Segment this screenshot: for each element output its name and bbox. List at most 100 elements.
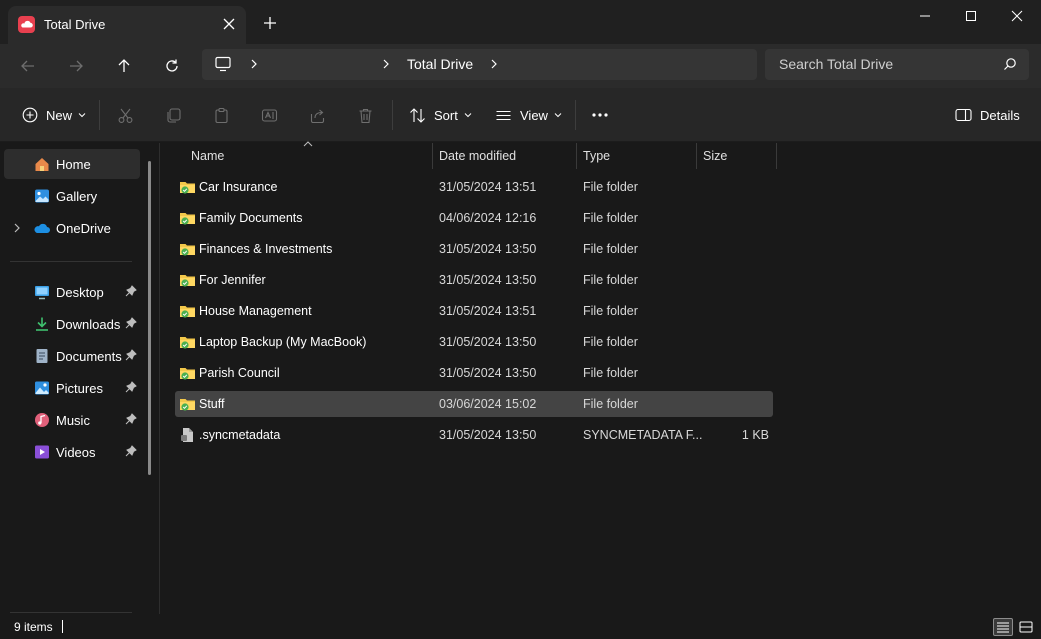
status-bar: 9 items xyxy=(0,614,1041,639)
sort-button[interactable]: Sort xyxy=(409,105,472,125)
divider xyxy=(392,100,393,130)
file-date-modified: 31/05/2024 13:50 xyxy=(439,428,537,442)
delete-button[interactable] xyxy=(357,105,374,125)
details-button[interactable]: Details xyxy=(955,105,1020,125)
share-icon xyxy=(310,109,325,123)
table-row[interactable]: Car Insurance 31/05/2024 13:51 File folder xyxy=(175,174,773,200)
column-header-name[interactable]: Name xyxy=(185,143,433,169)
close-window-button[interactable] xyxy=(994,0,1040,32)
pin-icon[interactable] xyxy=(125,381,137,395)
sidebar-item-music[interactable]: Music xyxy=(4,405,140,435)
navigation-pane: Home Gallery OneDrive Desktop Downloads … xyxy=(0,143,160,614)
table-row[interactable]: Stuff 03/06/2024 15:02 File folder xyxy=(175,391,773,417)
minimize-button[interactable] xyxy=(902,0,948,32)
this-pc-icon[interactable] xyxy=(214,56,232,72)
pin-icon[interactable] xyxy=(125,317,137,331)
sidebar-item-label: Gallery xyxy=(56,189,98,204)
file-name: House Management xyxy=(199,304,312,318)
chevron-right-icon[interactable] xyxy=(12,222,22,234)
chevron-right-icon[interactable] xyxy=(489,58,499,70)
close-tab-icon[interactable] xyxy=(220,15,238,33)
pin-icon[interactable] xyxy=(125,349,137,363)
sidebar-item-label: Documents xyxy=(56,349,122,364)
rename-button[interactable] xyxy=(261,105,278,125)
sidebar-item-gallery[interactable]: Gallery xyxy=(4,181,140,211)
sidebar-item-home[interactable]: Home xyxy=(4,149,140,179)
breadcrumb-total-drive[interactable]: Total Drive xyxy=(407,56,473,72)
up-button[interactable] xyxy=(112,54,136,78)
command-bar: New Sort View Details xyxy=(0,88,1041,142)
item-count: 9 items xyxy=(14,620,53,634)
plus-icon xyxy=(22,107,38,123)
table-row[interactable]: House Management 31/05/2024 13:51 File fol… xyxy=(175,298,773,324)
sort-icon xyxy=(410,107,425,123)
address-bar[interactable]: Total Drive xyxy=(202,49,757,80)
table-row[interactable]: Family Documents 04/06/2024 12:16 File fol… xyxy=(175,205,773,231)
sidebar-item-videos[interactable]: Videos xyxy=(4,437,140,467)
videos-icon xyxy=(35,445,49,459)
copy-button[interactable] xyxy=(165,105,182,125)
column-header-size[interactable]: Size xyxy=(697,143,777,169)
sidebar-item-pictures[interactable]: Pictures xyxy=(4,373,140,403)
new-button[interactable]: New xyxy=(22,105,86,125)
refresh-icon xyxy=(166,59,178,72)
gallery-icon xyxy=(35,189,49,203)
table-row[interactable]: .syncmetadata 31/05/2024 13:50 SYNCMETADAT… xyxy=(175,422,773,448)
view-label: View xyxy=(520,107,548,123)
cloud-icon xyxy=(34,223,50,233)
arrow-right-icon xyxy=(70,60,83,72)
tab-total-drive[interactable]: Total Drive xyxy=(8,6,246,44)
share-button[interactable] xyxy=(309,105,326,125)
column-header-label: Size xyxy=(703,149,728,163)
column-header-date-modified[interactable]: Date modified xyxy=(433,143,577,169)
minimize-icon xyxy=(920,15,930,17)
file-type: SYNCMETADATA F... xyxy=(583,428,703,442)
paste-icon xyxy=(215,107,228,123)
sidebar-item-onedrive[interactable]: OneDrive xyxy=(4,213,140,243)
sidebar-item-downloads[interactable]: Downloads xyxy=(4,309,140,339)
chevron-right-icon[interactable] xyxy=(381,58,391,70)
file-name: .syncmetadata xyxy=(199,428,281,442)
maximize-button[interactable] xyxy=(948,0,994,32)
more-options-button[interactable] xyxy=(591,105,609,125)
sidebar-item-desktop[interactable]: Desktop xyxy=(4,277,140,307)
sidebar-item-documents[interactable]: Documents xyxy=(4,341,140,371)
paste-button[interactable] xyxy=(213,105,230,125)
pin-icon[interactable] xyxy=(125,445,137,459)
sidebar-scrollbar[interactable] xyxy=(148,161,151,475)
file-date-modified: 03/06/2024 15:02 xyxy=(439,397,537,411)
column-header-label: Name xyxy=(191,149,225,163)
table-row[interactable]: Laptop Backup (My MacBook) 31/05/2024 13:… xyxy=(175,329,773,355)
table-row[interactable]: For Jennifer 31/05/2024 13:50 File folder xyxy=(175,267,773,293)
more-icon xyxy=(592,113,608,117)
chevron-right-icon[interactable] xyxy=(249,58,259,70)
view-button[interactable]: View xyxy=(495,105,562,125)
chevron-down-icon xyxy=(554,113,562,118)
table-row[interactable]: Parish Council 31/05/2024 13:50 File folde… xyxy=(175,360,773,386)
column-header-label: Type xyxy=(583,149,611,163)
music-icon xyxy=(35,413,49,427)
table-row[interactable]: Finances & Investments 31/05/2024 13:50 Fi… xyxy=(175,236,773,262)
file-date-modified: 04/06/2024 12:16 xyxy=(439,211,537,225)
sidebar-divider xyxy=(10,612,132,613)
large-icons-view-toggle[interactable] xyxy=(1016,618,1036,636)
column-header-type[interactable]: Type xyxy=(577,143,697,169)
sort-label: Sort xyxy=(434,107,458,123)
rename-icon xyxy=(261,108,278,122)
cut-button[interactable] xyxy=(117,105,134,125)
refresh-button[interactable] xyxy=(160,54,184,78)
status-divider xyxy=(62,620,63,633)
new-tab-icon[interactable] xyxy=(262,15,278,31)
details-view-toggle[interactable] xyxy=(993,618,1013,636)
back-button[interactable] xyxy=(16,54,40,78)
details-label: Details xyxy=(980,107,1020,123)
total-drive-app-icon xyxy=(18,16,35,33)
navigation-bar: Total Drive Search Total Drive xyxy=(0,44,1041,88)
title-bar: Total Drive xyxy=(0,0,1041,44)
pin-icon[interactable] xyxy=(125,285,137,299)
file-name: Family Documents xyxy=(199,211,303,225)
file-name: Parish Council xyxy=(199,366,280,380)
pin-icon[interactable] xyxy=(125,413,137,427)
forward-button[interactable] xyxy=(64,54,88,78)
search-input[interactable]: Search Total Drive xyxy=(765,49,1029,80)
